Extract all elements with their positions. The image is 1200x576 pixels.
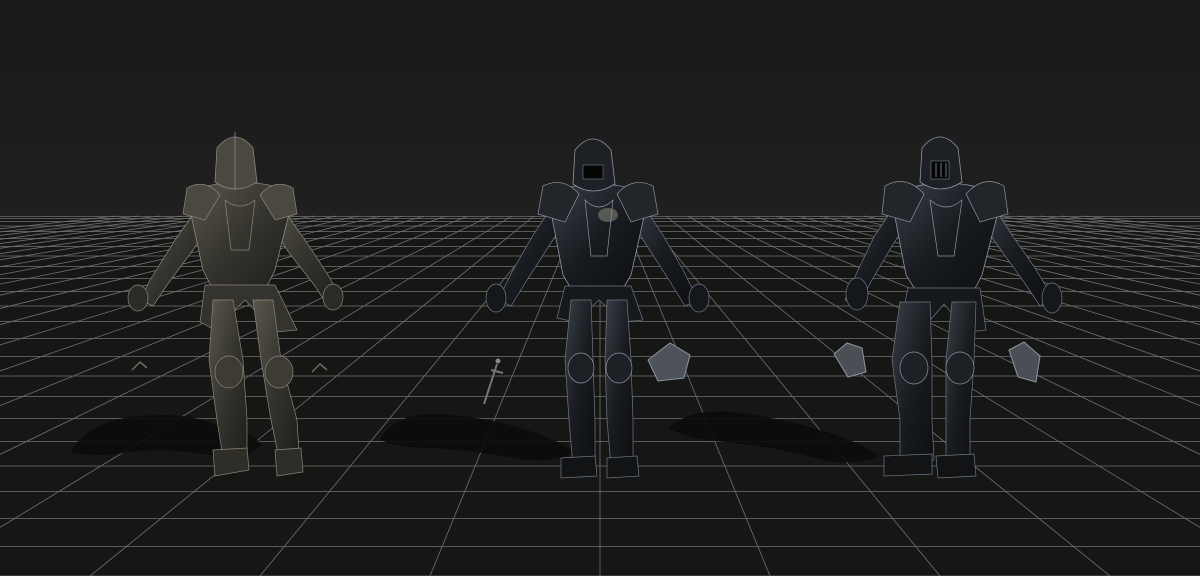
3d-viewport-scene bbox=[0, 0, 1200, 576]
